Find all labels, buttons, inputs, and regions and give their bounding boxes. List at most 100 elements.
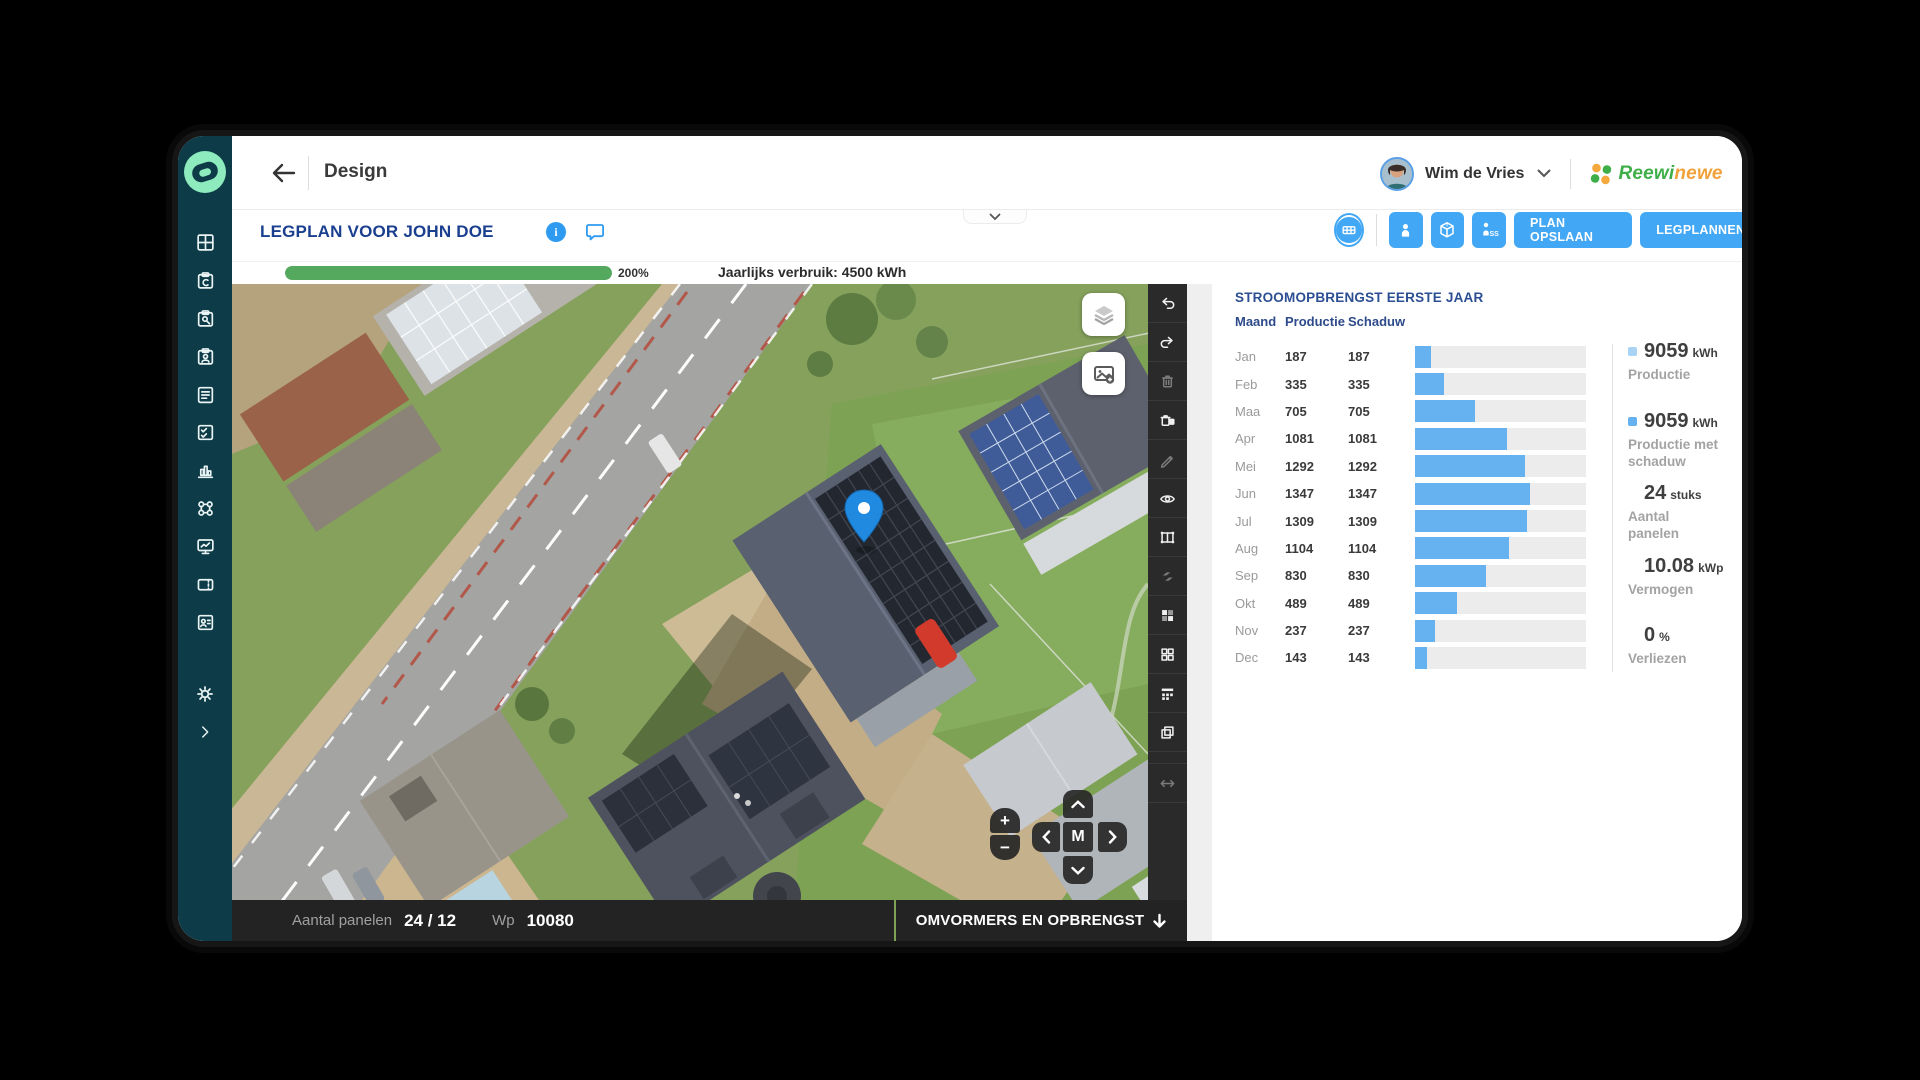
shadow-sim-button[interactable]: SS bbox=[1472, 212, 1506, 248]
progress-percent: 200% bbox=[618, 266, 649, 280]
production-bar-track bbox=[1415, 620, 1586, 642]
sidebar-item-customers[interactable] bbox=[194, 346, 216, 366]
sidebar-item-documents[interactable] bbox=[194, 384, 216, 404]
tool-undo-button[interactable] bbox=[1148, 284, 1187, 323]
yield-row-maa: Maa705705 bbox=[1212, 398, 1622, 425]
collapse-header-tab[interactable] bbox=[963, 210, 1027, 224]
yield-row-mei: Mei12921292 bbox=[1212, 453, 1622, 480]
sidebar-item-dashboard[interactable] bbox=[194, 232, 216, 252]
month-label: Jul bbox=[1235, 514, 1285, 529]
stat-productie-met-schaduw: 9059kWhProductie met schaduw bbox=[1628, 410, 1742, 470]
sidebar-bottom bbox=[178, 684, 232, 742]
month-label: Dec bbox=[1235, 650, 1285, 665]
production-bar-track bbox=[1415, 400, 1586, 422]
comment-icon[interactable] bbox=[584, 221, 606, 243]
chevron-down-icon bbox=[989, 213, 1001, 221]
panel-layout-toggle-button[interactable] bbox=[1334, 213, 1364, 247]
inverters-section-button[interactable]: OMVORMERS EN OPBRENGST bbox=[896, 900, 1187, 941]
schaduw-value: 705 bbox=[1348, 404, 1415, 419]
subheader-actions: SS PLAN OPSLAAN LEGPLANNEN bbox=[1334, 212, 1742, 248]
info-icon[interactable]: i bbox=[546, 222, 566, 242]
productie-value: 1081 bbox=[1285, 431, 1348, 446]
pan-right-button[interactable] bbox=[1098, 822, 1127, 852]
production-bar-track bbox=[1415, 373, 1586, 395]
person-icon bbox=[1396, 221, 1415, 240]
sidebar-item-tickets[interactable] bbox=[194, 574, 216, 594]
person-view-button[interactable] bbox=[1389, 212, 1423, 248]
map-layers-button[interactable] bbox=[1082, 293, 1125, 336]
stat-value: 9059 bbox=[1644, 410, 1689, 433]
sidebar-item-contacts[interactable] bbox=[194, 612, 216, 632]
sidebar-item-presentations[interactable] bbox=[194, 536, 216, 556]
production-bar bbox=[1415, 455, 1525, 477]
tool-redo-button[interactable] bbox=[1148, 323, 1187, 362]
sidebar-item-expand[interactable] bbox=[194, 722, 216, 742]
tool-grid-outline-button[interactable] bbox=[1148, 635, 1187, 674]
tool-panel-slant-button[interactable] bbox=[1148, 557, 1187, 596]
tool-eye-button[interactable] bbox=[1148, 479, 1187, 518]
pan-up-button[interactable] bbox=[1063, 790, 1093, 818]
map-pin[interactable] bbox=[838, 484, 890, 558]
yield-row-nov: Nov237237 bbox=[1212, 617, 1622, 644]
zoom-in-button[interactable]: + bbox=[990, 808, 1020, 833]
month-label: Sep bbox=[1235, 568, 1285, 583]
production-bar bbox=[1415, 373, 1444, 395]
wp-label: Wp bbox=[492, 912, 515, 929]
3d-view-button[interactable] bbox=[1431, 212, 1465, 248]
stat-value: 24 bbox=[1644, 482, 1666, 505]
yield-panel: STROOMOPBRENGST EERSTE JAAR Maand Produc… bbox=[1212, 284, 1742, 941]
svg-text:SS: SS bbox=[1490, 231, 1500, 238]
pan-down-button[interactable] bbox=[1063, 856, 1093, 884]
map-canvas[interactable]: + − M bbox=[232, 284, 1148, 941]
save-plan-button[interactable]: PLAN OPSLAAN bbox=[1514, 212, 1632, 248]
sidebar-item-statistics[interactable] bbox=[194, 460, 216, 480]
tool-trash-button[interactable] bbox=[1148, 362, 1187, 401]
sidebar-item-projects[interactable] bbox=[194, 308, 216, 328]
yield-table-headers: Maand Productie Schaduw bbox=[1212, 314, 1415, 329]
schaduw-value: 1292 bbox=[1348, 459, 1415, 474]
tool-resize-h-button[interactable] bbox=[1148, 764, 1187, 803]
stat-unit: kWh bbox=[1693, 416, 1718, 430]
stat-label: Aantal panelen bbox=[1628, 508, 1723, 542]
schaduw-value: 187 bbox=[1348, 349, 1415, 364]
user-name[interactable]: Wim de Vries bbox=[1425, 165, 1524, 183]
tool-trash-clear-button[interactable] bbox=[1148, 401, 1187, 440]
progress-row: 200% Jaarlijks verbruik: 4500 kWh bbox=[232, 262, 1742, 284]
productie-value: 1104 bbox=[1285, 541, 1348, 556]
pan-left-button[interactable] bbox=[1032, 822, 1060, 852]
center-map-button[interactable]: M bbox=[1063, 822, 1093, 852]
tool-panel-rows-button[interactable] bbox=[1148, 674, 1187, 713]
layers-icon bbox=[1092, 303, 1116, 327]
stat-productie: 9059kWhProductie bbox=[1628, 340, 1742, 383]
sidebar-item-quotes[interactable] bbox=[194, 270, 216, 290]
yield-row-jul: Jul13091309 bbox=[1212, 507, 1622, 534]
legend-marker bbox=[1628, 347, 1637, 356]
month-label: Apr bbox=[1235, 431, 1285, 446]
yield-row-jun: Jun13471347 bbox=[1212, 480, 1622, 507]
tool-panel-frame-button[interactable] bbox=[1148, 518, 1187, 557]
stat-verliezen: 0%Verliezen bbox=[1628, 624, 1742, 667]
app-logo[interactable] bbox=[184, 151, 226, 193]
add-image-button[interactable] bbox=[1082, 352, 1125, 395]
user-area: Wim de Vries Reewinewe bbox=[1380, 157, 1723, 191]
zoom-out-button[interactable]: − bbox=[990, 835, 1020, 860]
stat-value: 0 bbox=[1644, 624, 1655, 647]
add-image-icon bbox=[1092, 362, 1116, 386]
production-bar-track bbox=[1415, 483, 1586, 505]
sidebar-item-integrations[interactable] bbox=[194, 498, 216, 518]
sidebar-item-tasks[interactable] bbox=[194, 422, 216, 442]
stat-label: Productie bbox=[1628, 366, 1723, 383]
productie-value: 1292 bbox=[1285, 459, 1348, 474]
tool-pencil-button[interactable] bbox=[1148, 440, 1187, 479]
chevron-down-icon[interactable] bbox=[1537, 165, 1551, 183]
tool-copy-button[interactable] bbox=[1148, 713, 1187, 752]
tool-grid-filled-button[interactable] bbox=[1148, 596, 1187, 635]
avatar[interactable] bbox=[1380, 157, 1414, 191]
layout-plans-button[interactable]: LEGPLANNEN bbox=[1640, 212, 1742, 248]
stat-label: Verliezen bbox=[1628, 650, 1723, 667]
production-bar bbox=[1415, 510, 1527, 532]
col-header-maand: Maand bbox=[1235, 314, 1285, 329]
sidebar-item-settings[interactable] bbox=[194, 684, 216, 704]
yield-row-feb: Feb335335 bbox=[1212, 370, 1622, 397]
back-button[interactable] bbox=[270, 160, 298, 186]
